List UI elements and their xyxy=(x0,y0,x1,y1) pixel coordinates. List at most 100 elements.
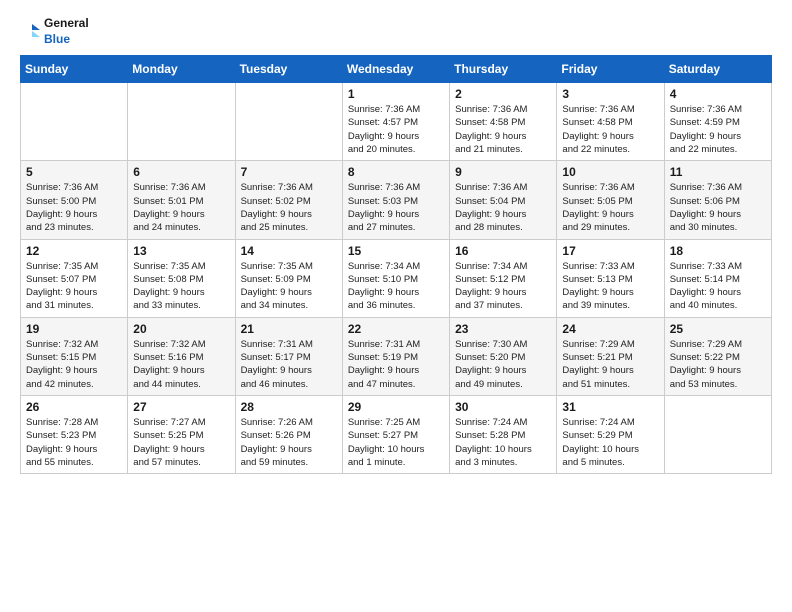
calendar-cell: 12Sunrise: 7:35 AM Sunset: 5:07 PM Dayli… xyxy=(21,239,128,317)
day-header-friday: Friday xyxy=(557,56,664,83)
day-number: 19 xyxy=(26,322,122,336)
calendar-cell: 18 Sunrise: 7:33 AM Sunset: 5:14 PM Dayli… xyxy=(664,239,771,317)
calendar-cell: 29 Sunrise: 7:25 AM Sunset: 5:27 PM Dayli… xyxy=(342,395,449,473)
calendar-cell: 28 Sunrise: 7:26 AM Sunset: 5:26 PM Dayli… xyxy=(235,395,342,473)
day-header-thursday: Thursday xyxy=(450,56,557,83)
calendar-cell xyxy=(235,83,342,161)
calendar-cell: 30 Sunrise: 7:24 AM Sunset: 5:28 PM Dayli… xyxy=(450,395,557,473)
day-number: 2 xyxy=(455,87,551,101)
calendar-week-3: 12Sunrise: 7:35 AM Sunset: 5:07 PM Dayli… xyxy=(21,239,772,317)
day-info: Sunrise: 7:34 AM Sunset: 5:12 PM Dayligh… xyxy=(455,260,551,313)
day-number: 5 xyxy=(26,165,122,179)
calendar-cell: 1 Sunrise: 7:36 AM Sunset: 4:57 PM Daylig… xyxy=(342,83,449,161)
day-number: 12 xyxy=(26,244,122,258)
day-number: 10 xyxy=(562,165,658,179)
calendar-cell: 10 Sunrise: 7:36 AM Sunset: 5:05 PM Dayli… xyxy=(557,161,664,239)
day-header-sunday: Sunday xyxy=(21,56,128,83)
day-info: Sunrise: 7:36 AM Sunset: 4:59 PM Dayligh… xyxy=(670,103,766,156)
day-number: 18 xyxy=(670,244,766,258)
day-number: 8 xyxy=(348,165,444,179)
day-number: 24 xyxy=(562,322,658,336)
day-info: Sunrise: 7:29 AM Sunset: 5:21 PM Dayligh… xyxy=(562,338,658,391)
calendar-cell: 19 Sunrise: 7:32 AM Sunset: 5:15 PM Dayli… xyxy=(21,317,128,395)
day-info: Sunrise: 7:36 AM Sunset: 5:01 PM Dayligh… xyxy=(133,181,229,234)
day-info: Sunrise: 7:26 AM Sunset: 5:26 PM Dayligh… xyxy=(241,416,337,469)
day-info: Sunrise: 7:32 AM Sunset: 5:15 PM Dayligh… xyxy=(26,338,122,391)
day-number: 16 xyxy=(455,244,551,258)
day-info: Sunrise: 7:28 AM Sunset: 5:23 PM Dayligh… xyxy=(26,416,122,469)
day-header-saturday: Saturday xyxy=(664,56,771,83)
day-number: 25 xyxy=(670,322,766,336)
day-info: Sunrise: 7:36 AM Sunset: 4:57 PM Dayligh… xyxy=(348,103,444,156)
day-number: 29 xyxy=(348,400,444,414)
day-number: 30 xyxy=(455,400,551,414)
calendar-cell: 3 Sunrise: 7:36 AM Sunset: 4:58 PM Daylig… xyxy=(557,83,664,161)
day-info: Sunrise: 7:35 AM Sunset: 5:09 PM Dayligh… xyxy=(241,260,337,313)
day-info: Sunrise: 7:36 AM Sunset: 4:58 PM Dayligh… xyxy=(455,103,551,156)
calendar-cell: 25Sunrise: 7:29 AM Sunset: 5:22 PM Dayli… xyxy=(664,317,771,395)
day-info: Sunrise: 7:36 AM Sunset: 5:06 PM Dayligh… xyxy=(670,181,766,234)
day-info: Sunrise: 7:24 AM Sunset: 5:29 PM Dayligh… xyxy=(562,416,658,469)
day-number: 7 xyxy=(241,165,337,179)
day-info: Sunrise: 7:34 AM Sunset: 5:10 PM Dayligh… xyxy=(348,260,444,313)
day-number: 4 xyxy=(670,87,766,101)
calendar-week-1: 1 Sunrise: 7:36 AM Sunset: 4:57 PM Daylig… xyxy=(21,83,772,161)
calendar-cell: 8Sunrise: 7:36 AM Sunset: 5:03 PM Daylig… xyxy=(342,161,449,239)
calendar-cell: 20 Sunrise: 7:32 AM Sunset: 5:16 PM Dayli… xyxy=(128,317,235,395)
day-number: 14 xyxy=(241,244,337,258)
day-number: 11 xyxy=(670,165,766,179)
calendar-week-4: 19 Sunrise: 7:32 AM Sunset: 5:15 PM Dayli… xyxy=(21,317,772,395)
day-number: 3 xyxy=(562,87,658,101)
day-number: 22 xyxy=(348,322,444,336)
day-info: Sunrise: 7:24 AM Sunset: 5:28 PM Dayligh… xyxy=(455,416,551,469)
day-info: Sunrise: 7:25 AM Sunset: 5:27 PM Dayligh… xyxy=(348,416,444,469)
day-number: 28 xyxy=(241,400,337,414)
day-info: Sunrise: 7:36 AM Sunset: 4:58 PM Dayligh… xyxy=(562,103,658,156)
day-info: Sunrise: 7:36 AM Sunset: 5:05 PM Dayligh… xyxy=(562,181,658,234)
day-info: Sunrise: 7:30 AM Sunset: 5:20 PM Dayligh… xyxy=(455,338,551,391)
calendar-cell: 4 Sunrise: 7:36 AM Sunset: 4:59 PM Daylig… xyxy=(664,83,771,161)
page: General Blue SundayMondayTuesdayWednesda… xyxy=(0,0,792,490)
day-info: Sunrise: 7:36 AM Sunset: 5:04 PM Dayligh… xyxy=(455,181,551,234)
day-info: Sunrise: 7:33 AM Sunset: 5:14 PM Dayligh… xyxy=(670,260,766,313)
calendar-cell: 9 Sunrise: 7:36 AM Sunset: 5:04 PM Daylig… xyxy=(450,161,557,239)
calendar-cell: 14 Sunrise: 7:35 AM Sunset: 5:09 PM Dayli… xyxy=(235,239,342,317)
day-info: Sunrise: 7:32 AM Sunset: 5:16 PM Dayligh… xyxy=(133,338,229,391)
calendar: SundayMondayTuesdayWednesdayThursdayFrid… xyxy=(20,55,772,474)
day-header-wednesday: Wednesday xyxy=(342,56,449,83)
calendar-header-row: SundayMondayTuesdayWednesdayThursdayFrid… xyxy=(21,56,772,83)
day-number: 1 xyxy=(348,87,444,101)
calendar-cell xyxy=(128,83,235,161)
day-info: Sunrise: 7:31 AM Sunset: 5:19 PM Dayligh… xyxy=(348,338,444,391)
calendar-week-2: 5 Sunrise: 7:36 AM Sunset: 5:00 PM Daylig… xyxy=(21,161,772,239)
calendar-cell xyxy=(21,83,128,161)
calendar-cell: 21 Sunrise: 7:31 AM Sunset: 5:17 PM Dayli… xyxy=(235,317,342,395)
logo-blue: Blue xyxy=(44,32,89,48)
calendar-cell: 16 Sunrise: 7:34 AM Sunset: 5:12 PM Dayli… xyxy=(450,239,557,317)
day-info: Sunrise: 7:33 AM Sunset: 5:13 PM Dayligh… xyxy=(562,260,658,313)
calendar-cell xyxy=(664,395,771,473)
logo: General Blue xyxy=(20,16,89,47)
header: General Blue xyxy=(20,16,772,47)
day-number: 15 xyxy=(348,244,444,258)
calendar-cell: 27Sunrise: 7:27 AM Sunset: 5:25 PM Dayli… xyxy=(128,395,235,473)
calendar-cell: 5 Sunrise: 7:36 AM Sunset: 5:00 PM Daylig… xyxy=(21,161,128,239)
logo-icon xyxy=(20,22,40,42)
day-number: 21 xyxy=(241,322,337,336)
day-number: 9 xyxy=(455,165,551,179)
calendar-cell: 2 Sunrise: 7:36 AM Sunset: 4:58 PM Daylig… xyxy=(450,83,557,161)
day-number: 27 xyxy=(133,400,229,414)
calendar-cell: 24 Sunrise: 7:29 AM Sunset: 5:21 PM Dayli… xyxy=(557,317,664,395)
calendar-cell: 22 Sunrise: 7:31 AM Sunset: 5:19 PM Dayli… xyxy=(342,317,449,395)
day-number: 20 xyxy=(133,322,229,336)
calendar-cell: 7Sunrise: 7:36 AM Sunset: 5:02 PM Daylig… xyxy=(235,161,342,239)
day-number: 13 xyxy=(133,244,229,258)
day-info: Sunrise: 7:35 AM Sunset: 5:08 PM Dayligh… xyxy=(133,260,229,313)
day-info: Sunrise: 7:31 AM Sunset: 5:17 PM Dayligh… xyxy=(241,338,337,391)
day-header-tuesday: Tuesday xyxy=(235,56,342,83)
day-header-monday: Monday xyxy=(128,56,235,83)
calendar-cell: 6 Sunrise: 7:36 AM Sunset: 5:01 PM Daylig… xyxy=(128,161,235,239)
day-number: 6 xyxy=(133,165,229,179)
day-number: 23 xyxy=(455,322,551,336)
day-info: Sunrise: 7:36 AM Sunset: 5:00 PM Dayligh… xyxy=(26,181,122,234)
